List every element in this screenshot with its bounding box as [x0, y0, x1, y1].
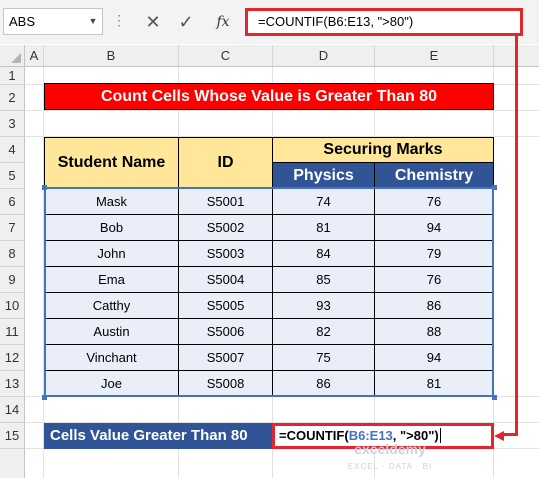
column-header-a[interactable]: A [25, 45, 44, 67]
row-header-4[interactable]: 4 [0, 137, 25, 163]
selection-handle[interactable] [492, 185, 497, 190]
selection-handle[interactable] [42, 185, 47, 190]
watermark-logo: exceldemy EXCEL · DATA · BI [347, 441, 433, 471]
row-header-12[interactable]: 12 [0, 345, 25, 371]
column-header-d[interactable]: D [273, 45, 375, 67]
row-header-8[interactable]: 8 [0, 241, 25, 267]
row-header-10[interactable]: 10 [0, 293, 25, 319]
row-header-1[interactable]: 1 [0, 67, 25, 85]
fx-icon: fx [216, 14, 230, 30]
connector-line [515, 34, 518, 436]
row-header-14[interactable]: 14 [0, 397, 25, 423]
row-header-5[interactable]: 5 [0, 163, 25, 189]
row-header-11[interactable]: 11 [0, 319, 25, 345]
row-header-13[interactable]: 13 [0, 371, 25, 397]
selection-handle[interactable] [42, 395, 47, 400]
row-header-9[interactable]: 9 [0, 267, 25, 293]
arrow-left-icon [494, 431, 504, 441]
row-header-16[interactable] [0, 449, 25, 478]
summary-label[interactable]: Cells Value Greater Than 80 [44, 423, 272, 449]
formula-input[interactable]: =COUNTIF(B6:E13, ">80") [245, 8, 523, 36]
header-student-name[interactable]: Student Name [44, 137, 179, 189]
row-header-15[interactable]: 15 [0, 423, 25, 449]
selection-handle[interactable] [492, 395, 497, 400]
header-securing-marks[interactable]: Securing Marks [273, 137, 494, 163]
insert-function-button[interactable]: fx [210, 9, 236, 35]
column-header-e[interactable]: E [375, 45, 494, 67]
connector-line [502, 433, 518, 436]
header-id[interactable]: ID [179, 137, 273, 189]
select-all-icon [11, 53, 21, 63]
header-chemistry[interactable]: Chemistry [375, 163, 494, 189]
chevron-down-icon[interactable]: ▼ [85, 8, 101, 35]
column-header-b[interactable]: B [44, 45, 179, 67]
row-header-2[interactable]: 2 [0, 85, 25, 111]
sheet-title[interactable]: Count Cells Whose Value is Greater Than … [44, 83, 494, 110]
row-header-6[interactable]: 6 [0, 189, 25, 215]
row-header-7[interactable]: 7 [0, 215, 25, 241]
header-physics[interactable]: Physics [273, 163, 375, 189]
selection-range [44, 187, 494, 397]
column-header-c[interactable]: C [179, 45, 273, 67]
more-icon[interactable]: ⋮ [112, 8, 126, 35]
row-header-3[interactable]: 3 [0, 111, 25, 137]
cancel-button[interactable]: ✕ [140, 9, 166, 35]
gridline [25, 110, 539, 111]
enter-button[interactable]: ✓ [173, 9, 199, 35]
